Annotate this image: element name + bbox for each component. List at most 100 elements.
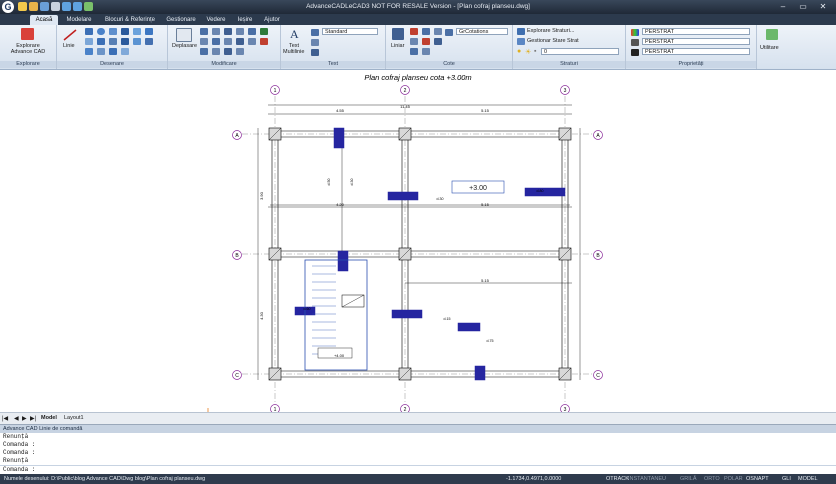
layer-combo[interactable]: 0 xyxy=(541,48,619,55)
linetype-combo[interactable]: PERSTRAT xyxy=(642,38,750,45)
diameter-dim-icon[interactable] xyxy=(410,38,418,45)
extend-icon[interactable] xyxy=(224,38,232,45)
toggle-model[interactable]: MODEL xyxy=(798,475,818,483)
linie-label[interactable]: Linie xyxy=(63,43,75,49)
tab-blocuri-referinte[interactable]: Blocuri & Referințe xyxy=(100,15,160,25)
linear-dim-icon[interactable] xyxy=(392,28,404,40)
beam-note-4: d.80 xyxy=(537,189,544,193)
fillet-icon[interactable] xyxy=(236,38,244,45)
angular-dim-icon[interactable] xyxy=(434,28,442,35)
deplasare-label[interactable]: Deplasare xyxy=(172,43,197,49)
baseline-dim-icon[interactable] xyxy=(422,38,430,45)
tab-acasa[interactable]: Acasă xyxy=(30,15,58,25)
layer-explorer-icon[interactable] xyxy=(517,28,525,35)
lineweight-combo[interactable]: PERSTRAT xyxy=(642,48,750,55)
group-label-desenare: Desenare xyxy=(57,61,167,68)
region-icon[interactable] xyxy=(121,38,129,45)
tab-iesire[interactable]: Ieșire xyxy=(232,15,258,25)
ray-icon[interactable] xyxy=(145,38,153,45)
circle-icon[interactable] xyxy=(97,28,105,35)
boundary-icon[interactable] xyxy=(97,48,105,55)
rectangle-icon[interactable] xyxy=(121,28,129,35)
wipeout-icon[interactable] xyxy=(121,48,129,55)
stretch-icon[interactable] xyxy=(260,28,268,35)
explorer-icon[interactable] xyxy=(21,28,34,40)
join-icon[interactable] xyxy=(224,48,232,55)
tab-ajutor[interactable]: Ajutor xyxy=(258,15,286,25)
toggle-otrack[interactable]: OTRACK xyxy=(606,475,629,483)
donut-icon[interactable] xyxy=(133,38,141,45)
point-icon[interactable] xyxy=(109,38,117,45)
arc-icon[interactable] xyxy=(109,28,117,35)
continue-dim-icon[interactable] xyxy=(434,38,442,45)
tab-modelare[interactable]: Modelare xyxy=(62,15,96,25)
layer-explorer-label[interactable]: Explorare Straturi... xyxy=(527,28,574,34)
color-combo[interactable]: PERSTRAT xyxy=(642,28,750,35)
room-bottom-width2-dim: 5.15 xyxy=(481,278,490,283)
leader-icon[interactable] xyxy=(410,48,418,55)
text-height-icon[interactable] xyxy=(311,49,319,56)
minimize-button[interactable]: – xyxy=(776,1,790,12)
multiline-text-label[interactable]: Multilinie xyxy=(283,49,304,55)
hatch-icon[interactable] xyxy=(85,38,93,45)
copy-icon[interactable] xyxy=(200,28,208,35)
break-icon[interactable] xyxy=(212,48,220,55)
bay1-width-dim: 4.55 xyxy=(336,108,345,113)
chamfer-icon[interactable] xyxy=(248,38,256,45)
tolerance-icon[interactable] xyxy=(422,48,430,55)
tab-vedere[interactable]: Vedere xyxy=(202,15,230,25)
scale-icon[interactable] xyxy=(248,28,256,35)
utilities-icon[interactable] xyxy=(766,29,778,40)
explode-icon[interactable] xyxy=(200,48,208,55)
tab-nav-next-icon[interactable]: ▶ xyxy=(22,415,27,422)
beam-note-1: d.50 xyxy=(327,179,331,186)
liniar-label[interactable]: Liniar xyxy=(391,43,404,49)
line-icon[interactable] xyxy=(62,28,78,42)
text-icon[interactable]: A xyxy=(290,27,299,42)
model-tab[interactable]: Model xyxy=(41,415,57,421)
toggle-polar[interactable]: POLAR xyxy=(724,475,743,483)
move-icon[interactable] xyxy=(176,28,192,42)
array-icon[interactable] xyxy=(200,38,208,45)
group-label-straturi: Straturi xyxy=(513,61,625,68)
text-edit-icon[interactable] xyxy=(311,39,319,46)
aligned-dim-icon[interactable] xyxy=(410,28,418,35)
explorer-button-line2[interactable]: Advance CAD xyxy=(2,49,54,55)
maximize-button[interactable]: ▭ xyxy=(796,1,810,12)
radius-dim-icon[interactable] xyxy=(422,28,430,35)
toggle-grila[interactable]: GRILĂ xyxy=(680,475,697,483)
polygon-icon[interactable] xyxy=(133,28,141,35)
axis-c-right-label: C xyxy=(596,373,600,379)
polyline-icon[interactable] xyxy=(85,28,93,35)
trim-icon[interactable] xyxy=(212,38,220,45)
tab-nav-first-icon[interactable]: |◀ xyxy=(2,415,8,422)
toggle-gli[interactable]: GLI xyxy=(782,475,791,483)
xline-icon[interactable] xyxy=(85,48,93,55)
spline-icon[interactable] xyxy=(145,28,153,35)
tab-nav-prev-icon[interactable]: ◀ xyxy=(14,415,19,422)
text-style-icon[interactable] xyxy=(311,29,319,36)
revcloud-icon[interactable] xyxy=(109,48,117,55)
mirror-icon[interactable] xyxy=(236,28,244,35)
align-icon[interactable] xyxy=(236,48,244,55)
text-style-combo[interactable]: Standard xyxy=(322,28,378,35)
tab-nav-last-icon[interactable]: ▶| xyxy=(30,415,36,422)
toggle-orto[interactable]: ORTO xyxy=(704,475,720,483)
tab-gestionare[interactable]: Gestionare xyxy=(162,15,200,25)
axis-c-left-label: C xyxy=(235,373,239,379)
rotate-icon[interactable] xyxy=(212,28,220,35)
dim-style-icon[interactable] xyxy=(445,29,453,36)
command-prompt-input[interactable]: Comanda : xyxy=(0,465,836,474)
erase-icon[interactable] xyxy=(260,38,268,45)
layer-state-label[interactable]: Gestionar Stare Strat xyxy=(527,38,579,44)
drawing-canvas[interactable]: Plan cofraj planseu cota +3.00m 1 2 3 1 … xyxy=(0,70,836,412)
toggle-osnapt[interactable]: OSNAPT xyxy=(746,475,769,483)
layer-state-icon[interactable] xyxy=(517,38,525,45)
offset-icon[interactable] xyxy=(224,28,232,35)
utilitare-label[interactable]: Utilitare xyxy=(760,45,779,51)
dim-style-combo[interactable]: GrCotations xyxy=(456,28,508,35)
ellipse-icon[interactable] xyxy=(97,38,105,45)
layout1-tab[interactable]: Layout1 xyxy=(64,415,84,421)
close-button[interactable]: ✕ xyxy=(816,1,830,12)
toggle-instantaneu[interactable]: INSTANTANEU xyxy=(628,475,666,483)
